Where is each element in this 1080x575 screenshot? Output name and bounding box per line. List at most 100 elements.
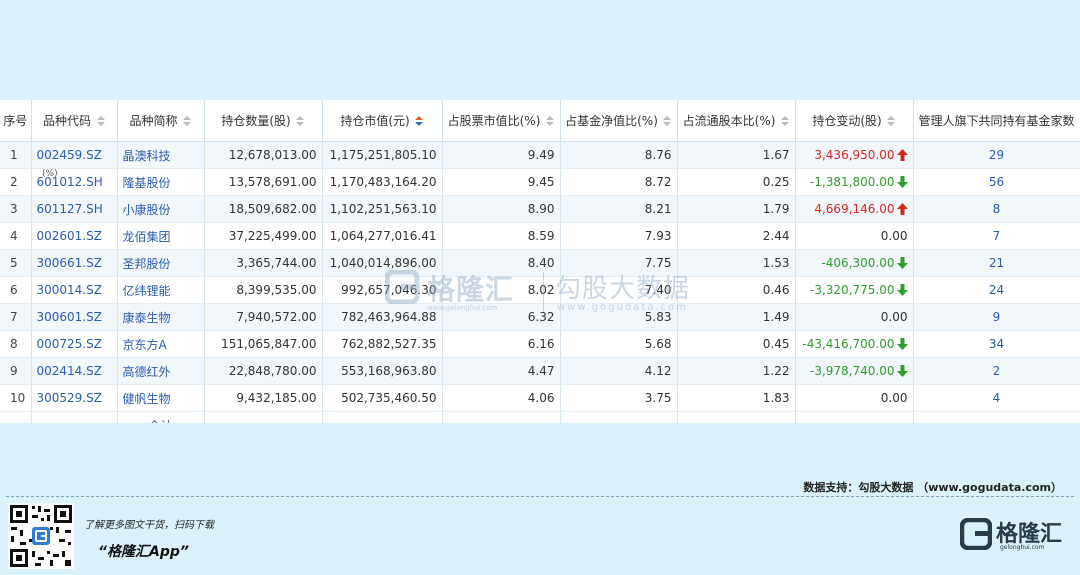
sort-icon[interactable] <box>780 115 789 128</box>
stock-name-link-cell[interactable]: 康泰生物 <box>117 303 205 331</box>
stock-code-link-cell[interactable]: 002414.SZ <box>31 357 118 385</box>
total-cell <box>677 411 796 423</box>
column-header[interactable]: 持仓数量(股) <box>204 100 323 142</box>
column-header[interactable]: 占股票市值比(%) <box>442 100 561 142</box>
nav-ratio: 4.12 <box>644 364 672 378</box>
co-holding-fund-count-cell[interactable]: 29 <box>913 141 1080 169</box>
stock-name-link-cell[interactable]: 晶澳科技 <box>117 141 205 169</box>
stock-code-link: 300529.SZ <box>36 391 102 405</box>
column-header-label: 序号 <box>3 114 28 128</box>
co-holding-fund-count: 29 <box>988 148 1005 162</box>
arrow-up-icon <box>896 203 908 215</box>
sort-icon[interactable] <box>545 115 554 128</box>
column-header[interactable]: 占流通股本比(%) <box>677 100 796 142</box>
stock-name-link-cell[interactable]: 小康股份 <box>117 195 205 223</box>
stock-code-link-cell[interactable]: 000725.SZ <box>31 330 118 358</box>
sort-icon[interactable] <box>415 115 424 128</box>
total-cell <box>560 411 678 423</box>
co-holding-fund-count-cell[interactable]: 2 <box>913 357 1080 385</box>
stock-code-link: 000725.SZ <box>36 337 102 351</box>
arrow-down-icon <box>896 257 908 269</box>
sort-icon[interactable] <box>296 115 305 128</box>
column-header[interactable]: 持仓市值(元) <box>322 100 443 142</box>
column-header-label: 占流通股本比(%) <box>682 114 776 128</box>
stock-code-link: 002414.SZ <box>36 364 102 378</box>
nav-ratio: 5.68 <box>644 337 672 351</box>
holding-quantity: 37,225,499.00 <box>228 229 317 243</box>
stock-name-link-cell[interactable]: 健帆生物 <box>117 384 205 412</box>
stock-name-link-cell[interactable]: 高德红外 <box>117 357 205 385</box>
stock-value-ratio: 8.59 <box>527 229 555 243</box>
sort-icon[interactable] <box>96 115 105 128</box>
holding-quantity-cell: 37,225,499.00 <box>204 222 323 250</box>
sort-icon[interactable] <box>663 115 672 128</box>
stock-code-link-cell[interactable]: 002459.SZ <box>31 141 118 169</box>
stock-name-link-cell[interactable]: 亿纬锂能 <box>117 276 205 304</box>
float-share-ratio: 1.22 <box>762 364 790 378</box>
stock-value-ratio-cell: 8.59 <box>442 222 561 250</box>
market-value: 502,735,460.50 <box>341 391 437 405</box>
co-holding-fund-count-cell[interactable]: 34 <box>913 330 1080 358</box>
holding-quantity: 7,940,572.00 <box>236 310 317 324</box>
column-header-label: 持仓市值(元) <box>340 114 410 128</box>
float-share-ratio-cell: 1.53 <box>677 249 796 277</box>
stock-name-link-cell[interactable]: 龙佰集团 <box>117 222 205 250</box>
sort-icon[interactable] <box>183 115 192 128</box>
stock-code-link-cell[interactable]: 300529.SZ <box>31 384 118 412</box>
column-header[interactable]: 品种代码 <box>31 100 118 142</box>
nav-ratio-cell: 5.68 <box>560 330 678 358</box>
nav-ratio: 3.75 <box>644 391 672 405</box>
market-value-cell: 1,102,251,563.10 <box>322 195 443 223</box>
nav-ratio: 8.72 <box>644 175 672 189</box>
co-holding-fund-count-cell[interactable]: 56 <box>913 168 1080 196</box>
co-holding-fund-count-cell[interactable]: 24 <box>913 276 1080 304</box>
total-cell: 合计 <box>117 411 205 424</box>
co-holding-fund-count-cell[interactable]: 4 <box>913 384 1080 412</box>
co-holding-fund-count: 24 <box>988 283 1005 297</box>
row-index: 6 <box>10 283 18 297</box>
nav-ratio: 7.75 <box>644 256 672 270</box>
stock-name-link: 高德红外 <box>122 364 171 379</box>
arrow-down-icon <box>896 338 908 350</box>
stock-code-link-cell[interactable]: 300014.SZ <box>31 276 118 304</box>
total-row: 合计 <box>0 411 1080 424</box>
holding-change-cell: -1,381,800.00 <box>795 168 914 196</box>
table-header-row: 序号 品种代码 品种简称 持仓数量(股) 持仓市值(元) 占股票市值比(%) 占基金净值比(… <box>0 100 1080 142</box>
column-header-label: 品种简称 <box>129 114 178 128</box>
stock-code-link: 300601.SZ <box>36 310 102 324</box>
sort-icon[interactable] <box>887 115 896 128</box>
stock-code-link: 002459.SZ <box>36 148 102 162</box>
row-index-cell: 6 <box>0 276 32 304</box>
stock-code-link-cell[interactable]: 300601.SZ <box>31 303 118 331</box>
stock-code-link-cell[interactable]: 300661.SZ <box>31 249 118 277</box>
table-row: 9 002414.SZ 高德红外 22,848,780.00 553,168,963.8… <box>0 357 1080 385</box>
table-row: 3 601127.SH 小康股份 18,509,682.00 1,102,251,563… <box>0 195 1080 223</box>
column-header[interactable]: 品种简称 <box>117 100 205 142</box>
stock-code-link: 300661.SZ <box>36 256 102 270</box>
stock-code-link-cell[interactable]: 002601.SZ <box>31 222 118 250</box>
total-label: 合计 <box>148 419 172 424</box>
stock-name-link: 康泰生物 <box>122 310 171 325</box>
column-header[interactable]: 占基金净值比(%) <box>560 100 678 142</box>
stock-name-link-cell[interactable]: 圣邦股份 <box>117 249 205 277</box>
holding-change: -43,416,700.00 <box>802 337 895 351</box>
stock-code-link-cell[interactable]: 601127.SH <box>31 195 118 223</box>
stock-value-ratio-cell: 4.47 <box>442 357 561 385</box>
co-holding-fund-count-cell[interactable]: 8 <box>913 195 1080 223</box>
co-holding-fund-count-cell[interactable]: 7 <box>913 222 1080 250</box>
holding-quantity: 8,399,535.00 <box>236 283 317 297</box>
column-header[interactable]: 持仓变动(股) <box>795 100 914 142</box>
stock-value-ratio: 4.06 <box>527 391 555 405</box>
co-holding-fund-count-cell[interactable]: 9 <box>913 303 1080 331</box>
nav-ratio-cell: 5.83 <box>560 303 678 331</box>
holding-quantity: 22,848,780.00 <box>228 364 317 378</box>
float-share-ratio-cell: 1.49 <box>677 303 796 331</box>
stock-name-link: 小康股份 <box>122 202 171 217</box>
stock-name-link: 亿纬锂能 <box>122 283 171 298</box>
co-holding-fund-count-cell[interactable]: 21 <box>913 249 1080 277</box>
float-share-ratio: 0.45 <box>762 337 790 351</box>
stock-name-link-cell[interactable]: 京东方A <box>117 330 205 358</box>
stock-name-link-cell[interactable]: 隆基股份 <box>117 168 205 196</box>
market-value-cell: 502,735,460.50 <box>322 384 443 412</box>
nav-ratio-cell: 3.75 <box>560 384 678 412</box>
